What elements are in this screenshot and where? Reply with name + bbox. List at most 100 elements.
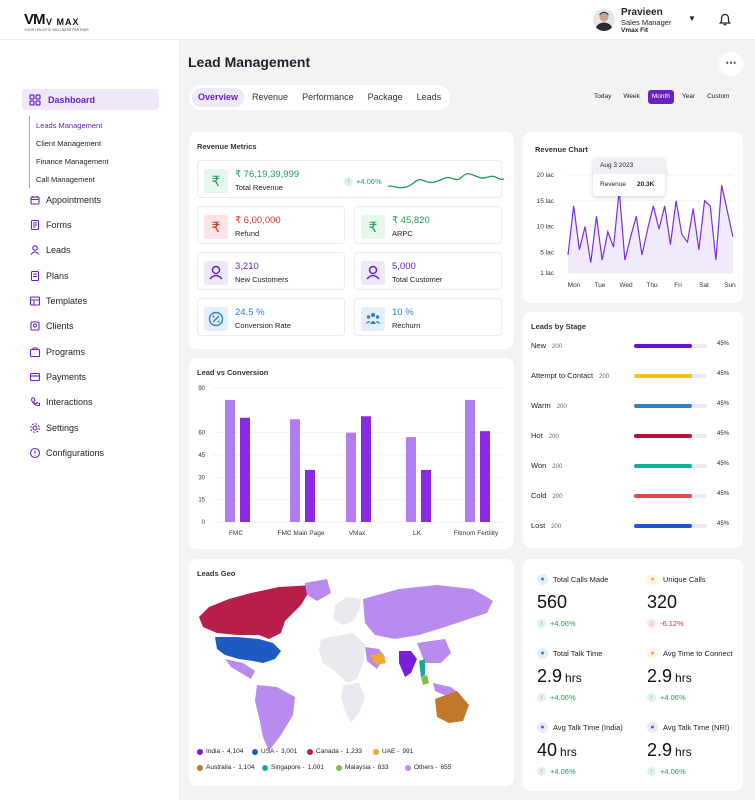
subnav-leads-management[interactable]: Leads Management xyxy=(30,116,159,134)
stage-name: Hot 200 xyxy=(531,431,559,440)
stage-percent: 45% xyxy=(717,371,730,377)
interactions-icon xyxy=(30,397,40,407)
brand-logo[interactable]: VM V MAX YOUR HOLISTIC WELLNESS PARTNER xyxy=(24,11,89,32)
sidebar-item-payments[interactable]: Payments xyxy=(29,371,86,383)
bell-icon[interactable] xyxy=(718,13,732,31)
stage-progress-fill xyxy=(634,374,693,378)
sidebar-item-label: Programs xyxy=(46,347,86,357)
legend-value: 1,233 xyxy=(345,748,363,755)
stage-progress-fill xyxy=(634,464,693,468)
range-today[interactable]: Today xyxy=(590,90,615,104)
stage-row[interactable]: Won 200 45% xyxy=(531,461,741,473)
map-russia xyxy=(363,585,493,639)
logo-mark: VM xyxy=(24,11,45,28)
sidebar-item-dashboard[interactable]: Dashboard xyxy=(22,89,159,110)
configurations-icon xyxy=(29,447,41,459)
dashboard-grid-icon xyxy=(29,93,41,106)
conversion-rate-label: Conversion Rate xyxy=(235,321,291,330)
map-greenland xyxy=(305,579,331,601)
logo-tagline: YOUR HOLISTIC WELLNESS PARTNER xyxy=(24,28,89,32)
sidebar-item-programs[interactable]: Programs xyxy=(29,346,85,358)
stat-title-text: Total Calls Made xyxy=(553,575,609,584)
tab-leads[interactable]: Leads xyxy=(411,88,448,107)
legend-label: Others - xyxy=(414,764,438,771)
stage-label: New xyxy=(531,341,547,350)
sidebar-item-leads[interactable]: Leads xyxy=(29,244,71,256)
stage-row[interactable]: Hot 200 45% xyxy=(531,431,741,443)
x-tick-label: Mon xyxy=(568,282,581,289)
y-tick-label: 0 xyxy=(202,520,206,526)
range-month[interactable]: Month xyxy=(647,90,674,104)
stat-number: 2.9 xyxy=(647,740,673,760)
subnav-call-management[interactable]: Call Management xyxy=(30,170,159,188)
arpc-box[interactable]: ₹ ₹ 45,820 ARPC xyxy=(354,206,502,244)
geo-legend-item: India -4,104 xyxy=(197,748,243,755)
rechurn-box[interactable]: 10 % Rechurn xyxy=(354,298,502,336)
rechurn-value: 10 % xyxy=(392,307,414,318)
map-mexico xyxy=(225,659,255,679)
sidebar-item-appointments[interactable]: Appointments xyxy=(29,194,101,206)
conversion-rate-box[interactable]: 24.5 % Conversion Rate xyxy=(197,298,345,336)
rupee-icon: ₹ xyxy=(204,215,228,239)
percent-icon xyxy=(204,307,228,331)
stat-change-value: +4.06% xyxy=(660,693,686,702)
avatar[interactable] xyxy=(593,9,615,31)
sidebar-item-configurations[interactable]: Configurations xyxy=(29,447,104,459)
sidebar-item-plans[interactable]: Plans xyxy=(29,270,69,282)
range-week[interactable]: Week xyxy=(619,90,644,104)
lead-conversion-bar-chart[interactable]: 0 15 30 45 60 90 FMC FMC Main Page VMax LK Fitmom … xyxy=(189,358,514,549)
stat-value: 2.9 hrs xyxy=(537,666,582,687)
refund-box[interactable]: ₹ ₹ 6,00,000 Refund xyxy=(197,206,345,244)
sidebar-item-settings[interactable]: Settings xyxy=(29,422,79,434)
tab-revenue[interactable]: Revenue xyxy=(246,88,294,107)
stage-row[interactable]: Attempt to Contact 200 45% xyxy=(531,371,741,383)
payments-icon xyxy=(29,372,41,382)
x-tick-label: FMC xyxy=(229,530,243,537)
tab-package[interactable]: Package xyxy=(362,88,409,107)
legend-label: USA - xyxy=(261,748,278,755)
subnav-finance-management[interactable]: Finance Management xyxy=(30,152,159,170)
stat-title-text: Total Talk Time xyxy=(553,649,603,658)
stat-number: 560 xyxy=(537,592,568,612)
more-dots-icon[interactable]: ⋯ xyxy=(719,52,743,76)
tooltip-value: 20.3K xyxy=(637,181,655,188)
sidebar-item-clients[interactable]: Clients xyxy=(29,320,74,332)
bar xyxy=(465,399,475,522)
stat-icon: ● xyxy=(537,648,548,659)
y-tick-label: 45 xyxy=(198,453,205,459)
range-custom[interactable]: Custom xyxy=(703,90,733,104)
sidebar-item-forms[interactable]: Forms xyxy=(29,219,72,231)
sidebar-item-interactions[interactable]: Interactions xyxy=(29,396,93,408)
tab-overview[interactable]: Overview xyxy=(192,88,245,107)
stage-row[interactable]: Warm 200 45% xyxy=(531,401,741,413)
stat-title: ● Unique Calls xyxy=(647,574,706,585)
card-title: Revenue Metrics xyxy=(197,142,257,151)
total-customer-box[interactable]: 5,000 Total Customer xyxy=(354,252,502,290)
total-revenue-box[interactable]: ₹ ₹ 76,19,39,999 Total Revenue ↑ +4.06% xyxy=(197,160,504,198)
tab-bar: Overview Revenue Performance Package Lea… xyxy=(189,85,451,110)
stage-name: Lost 200 xyxy=(531,521,561,530)
range-year[interactable]: Year xyxy=(678,90,699,104)
stage-row[interactable]: Cold 200 45% xyxy=(531,491,741,503)
chart-tooltip: Aug 3 2023 Revenue 20.3K xyxy=(593,158,665,196)
legend-value: 833 xyxy=(377,764,389,771)
chevron-down-icon[interactable]: ▼ xyxy=(688,14,696,23)
arrow-up-icon: ↑ xyxy=(647,767,656,776)
stat-title: ● Total Calls Made xyxy=(537,574,608,585)
stage-row[interactable]: New 200 45% xyxy=(531,341,741,353)
tab-performance[interactable]: Performance xyxy=(296,88,360,107)
clients-icon xyxy=(30,321,40,331)
sidebar-item-templates[interactable]: Templates xyxy=(29,295,87,307)
tooltip-date: Aug 3 2023 xyxy=(593,158,665,174)
new-customers-box[interactable]: 3,210 New Customers xyxy=(197,252,345,290)
revenue-metrics-card: Revenue Metrics ₹ ₹ 76,19,39,999 Total R… xyxy=(189,132,514,349)
stage-count: 200 xyxy=(551,524,562,530)
stage-progress-track xyxy=(634,464,707,468)
stage-label: Hot xyxy=(531,431,543,440)
legend-label: Australia - xyxy=(206,764,236,771)
arrow-up-icon: ↑ xyxy=(647,693,656,702)
subnav-client-management[interactable]: Client Management xyxy=(30,134,159,152)
new-customers-label: New Customers xyxy=(235,275,289,284)
conversion-rate-value: 24.5 % xyxy=(235,307,265,318)
stage-row[interactable]: Lost 200 45% xyxy=(531,521,741,533)
